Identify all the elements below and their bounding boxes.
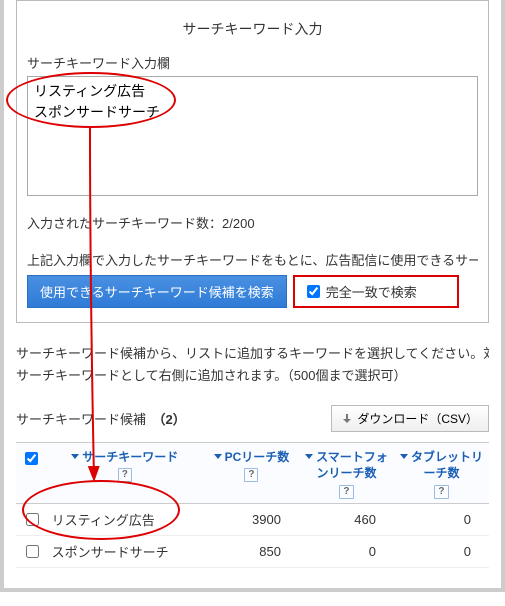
select-all-checkbox[interactable]: [25, 452, 38, 465]
sort-arrow-icon: [305, 454, 313, 459]
help-icon[interactable]: ?: [434, 485, 448, 499]
keyword-textarea[interactable]: [27, 76, 478, 196]
candidates-count-label: サーチキーワード候補 （2）: [16, 409, 186, 428]
sort-arrow-icon: [400, 454, 408, 459]
input-label: サーチキーワード入力欄: [27, 53, 478, 72]
row-checkbox[interactable]: [26, 513, 39, 526]
col-keyword[interactable]: サーチキーワード ?: [46, 443, 204, 503]
candidates-table: サーチキーワード ? PCリーチ数 ? スマートフォンリーチ数 ? タブレットリ…: [16, 442, 489, 567]
exact-match-checkbox[interactable]: [307, 285, 320, 298]
keyword-input-panel: サーチキーワード入力 サーチキーワード入力欄 入力されたサーチキーワード数：2/…: [16, 0, 489, 323]
col-tablet-reach[interactable]: タブレットリーチ数 ?: [394, 443, 489, 503]
exact-match-label: 完全一致で検索: [326, 282, 417, 301]
search-candidates-button[interactable]: 使用できるサーチキーワード候補を検索: [27, 275, 287, 308]
exact-match-box[interactable]: 完全一致で検索: [293, 275, 459, 308]
instruction-text: 上記入力欄で入力したサーチキーワードをもとに、広告配信に使用できるサーチキー: [27, 250, 478, 269]
sort-arrow-icon: [214, 454, 222, 459]
candidates-description: サーチキーワード候補から、リストに追加するキーワードを選択してください。対象 サ…: [16, 343, 489, 387]
table-row[interactable]: スポンサードサーチ 850 0 0: [16, 535, 489, 567]
cell-tablet: 0: [394, 503, 489, 535]
help-icon[interactable]: ?: [339, 485, 353, 499]
cell-sp: 460: [299, 503, 394, 535]
table-row[interactable]: リスティング広告 3900 460 0: [16, 503, 489, 535]
cell-pc: 850: [204, 535, 299, 567]
sort-arrow-icon: [71, 454, 79, 459]
cell-pc: 3900: [204, 503, 299, 535]
keyword-count: 入力されたサーチキーワード数：2/200: [27, 213, 478, 232]
download-csv-button[interactable]: ダウンロード（CSV）: [331, 405, 489, 432]
cell-keyword: スポンサードサーチ: [46, 535, 204, 567]
row-checkbox[interactable]: [26, 545, 39, 558]
help-icon[interactable]: ?: [244, 468, 258, 482]
col-pc-reach[interactable]: PCリーチ数 ?: [204, 443, 299, 503]
help-icon[interactable]: ?: [118, 468, 132, 482]
panel-title: サーチキーワード入力: [27, 9, 478, 53]
cell-keyword: リスティング広告: [46, 503, 204, 535]
col-sp-reach[interactable]: スマートフォンリーチ数 ?: [299, 443, 394, 503]
cell-sp: 0: [299, 535, 394, 567]
download-icon: [342, 414, 352, 424]
cell-tablet: 0: [394, 535, 489, 567]
